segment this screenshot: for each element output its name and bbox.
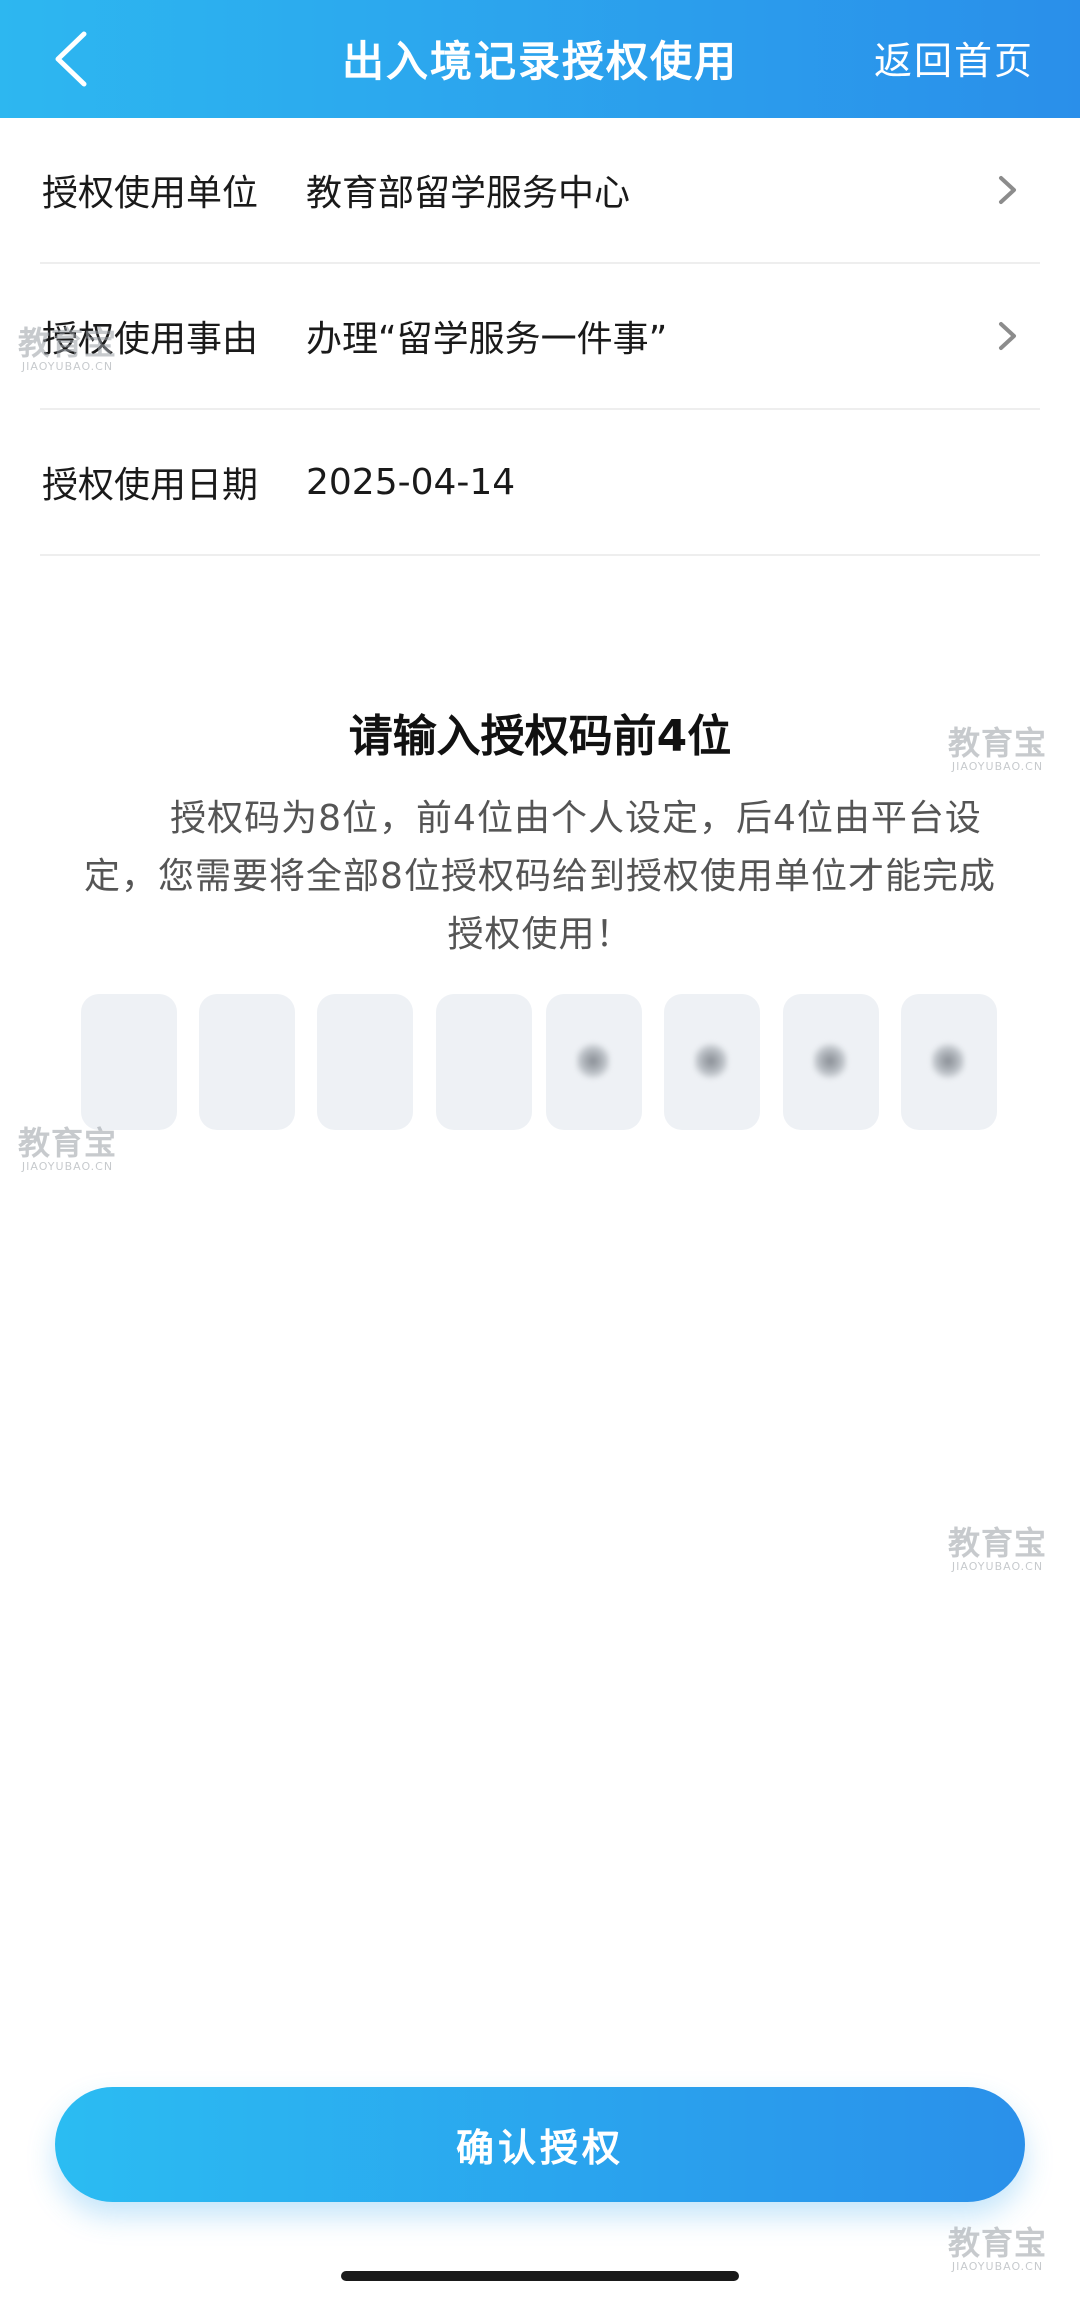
watermark-text: 教育宝 <box>948 1524 1048 1562</box>
watermark-url: JIAOYUBAO.CN <box>951 2260 1044 2273</box>
chevron-left-icon <box>55 31 87 87</box>
obscured-digit <box>576 1042 610 1080</box>
authorization-info-list: 授权使用单位 教育部留学服务中心 授权使用事由 办理“留学服务一件事” 授权使用… <box>40 118 1040 556</box>
info-row-value: 办理“留学服务一件事” <box>306 319 668 360</box>
app-header: 出入境记录授权使用 返回首页 <box>0 0 1080 118</box>
home-indicator[interactable] <box>341 2271 739 2281</box>
code-section-title: 请输入授权码前4位 <box>348 711 732 762</box>
obscured-digit <box>813 1042 847 1080</box>
home-link[interactable]: 返回首页 <box>874 30 1034 85</box>
code-platform-digit-box <box>664 994 760 1130</box>
code-input-box[interactable] <box>199 994 295 1130</box>
chevron-right-icon <box>999 176 1016 204</box>
code-platform-digit-box <box>901 994 997 1130</box>
code-input-box[interactable] <box>436 994 532 1130</box>
info-row-label: 授权使用事由 <box>42 319 259 360</box>
info-row-value: 教育部留学服务中心 <box>306 173 631 214</box>
watermark: 教育宝 JIAOYUBAO.CN <box>18 1126 117 1174</box>
obscured-digit <box>694 1042 728 1080</box>
watermark-text: 教育宝 <box>948 2224 1048 2262</box>
watermark: 教育宝 JIAOYUBAO.CN <box>948 2226 1047 2274</box>
description-line: 授权使用！ <box>447 914 633 955</box>
watermark-text: 教育宝 <box>18 1124 118 1162</box>
watermark-url: JIAOYUBAO.CN <box>951 1560 1044 1573</box>
code-input-box[interactable] <box>317 994 413 1130</box>
info-row-label: 授权使用单位 <box>42 173 259 214</box>
obscured-digit <box>931 1042 965 1080</box>
watermark: 教育宝 JIAOYUBAO.CN <box>948 1526 1047 1574</box>
info-row-label: 授权使用日期 <box>42 465 259 506</box>
chevron-right-icon <box>999 322 1016 350</box>
info-row-reason[interactable]: 授权使用事由 办理“留学服务一件事” <box>40 264 1040 410</box>
info-row-unit[interactable]: 授权使用单位 教育部留学服务中心 <box>40 118 1040 264</box>
code-input-box[interactable] <box>81 994 177 1130</box>
confirm-authorization-button[interactable]: 确认授权 <box>55 2087 1025 2202</box>
back-button[interactable] <box>40 22 110 96</box>
info-row-date: 授权使用日期 2025-04-14 <box>40 410 1040 556</box>
watermark-url: JIAOYUBAO.CN <box>21 1160 114 1173</box>
code-platform-digit-box <box>783 994 879 1130</box>
info-row-value: 2025-04-14 <box>306 461 516 503</box>
description-line: 定，您需要将全部8位授权码给到授权使用单位才能完成 <box>84 856 996 897</box>
code-section-description: 授权码为8位，前4位由个人设定，后4位由平台设 定，您需要将全部8位授权码给到授… <box>58 790 1022 964</box>
code-platform-digit-box <box>546 994 642 1130</box>
description-line: 授权码为8位，前4位由个人设定，后4位由平台设 <box>170 798 982 839</box>
